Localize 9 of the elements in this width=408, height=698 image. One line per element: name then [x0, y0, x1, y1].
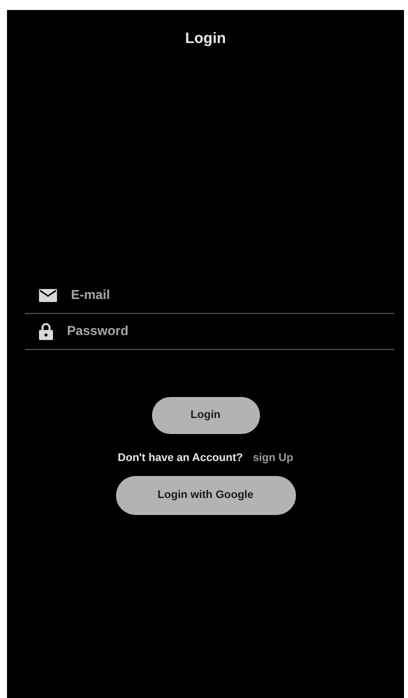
input-field[interactable]: Password [67, 321, 394, 341]
google-login-button[interactable]: Login with Google [116, 476, 296, 515]
signup-prompt: Don't have an Account? [118, 450, 243, 466]
envelope-icon [39, 288, 57, 302]
login-button[interactable]: Login [152, 396, 260, 434]
lock-icon [39, 322, 53, 340]
page-title: Login [185, 29, 226, 49]
signup-link[interactable]: sign Up [252, 450, 294, 466]
input-field[interactable]: E-mail [71, 285, 394, 305]
